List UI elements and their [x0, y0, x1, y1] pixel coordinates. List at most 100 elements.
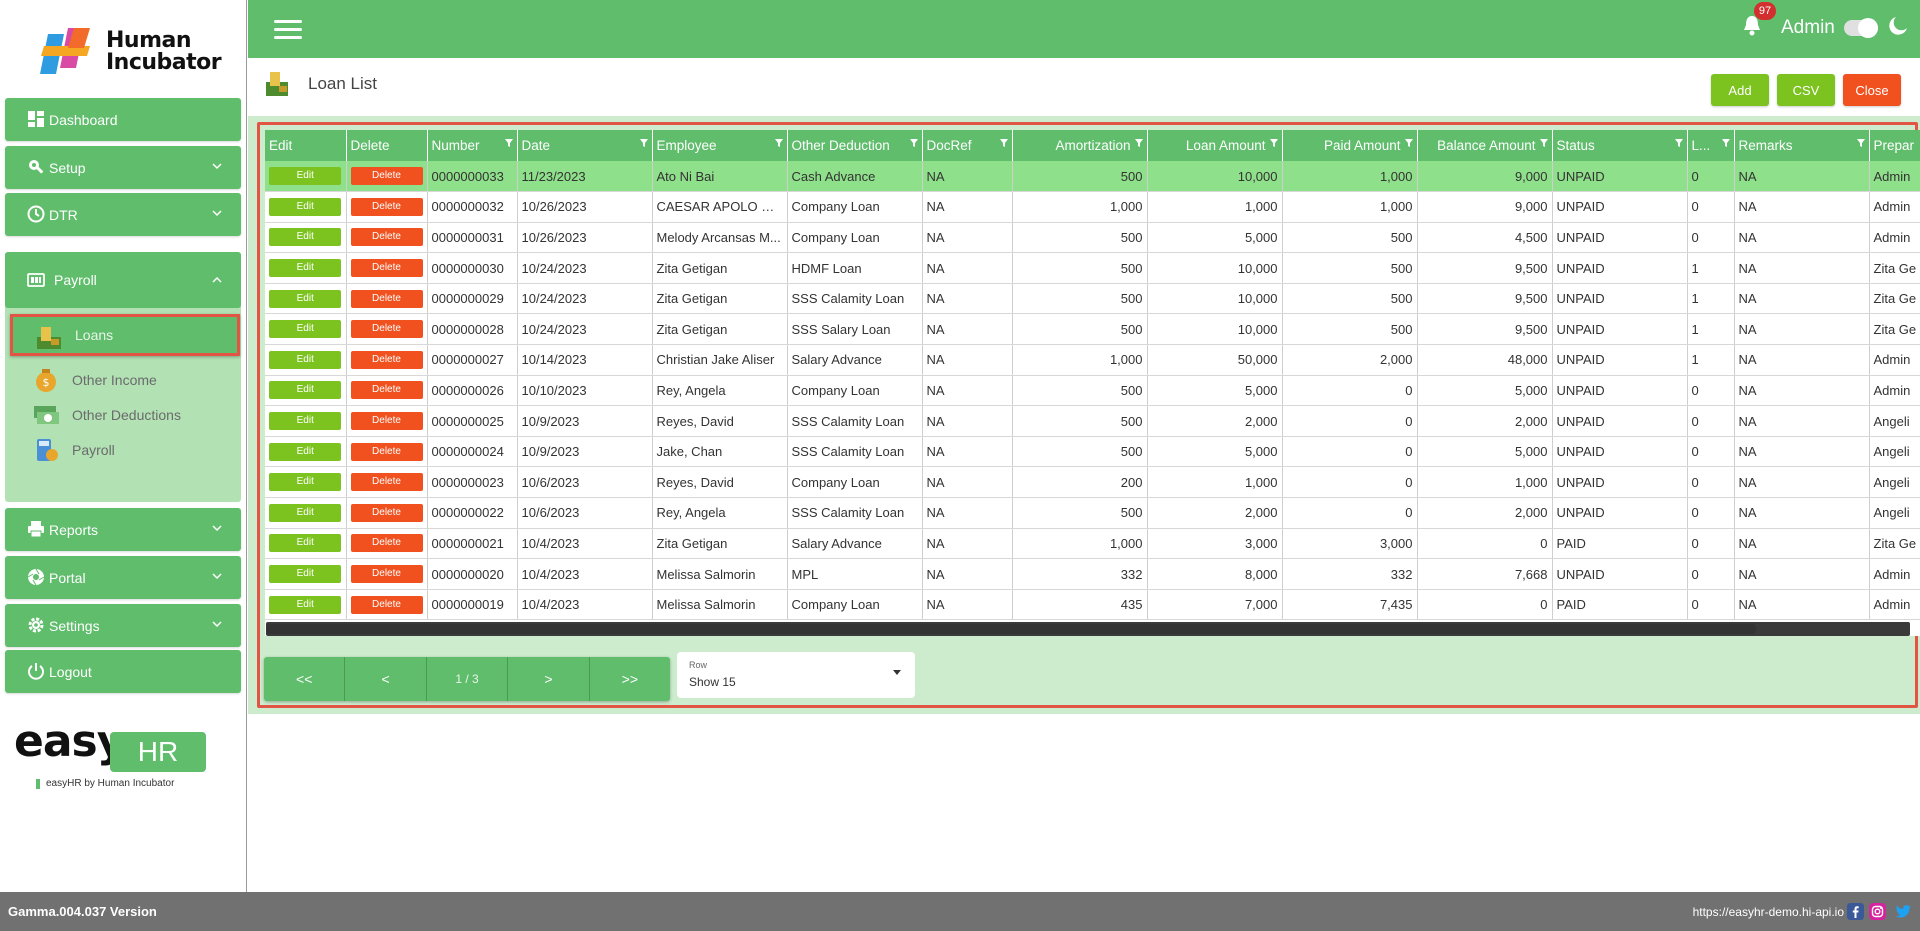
edit-button[interactable]: Edit: [269, 442, 342, 461]
edit-button[interactable]: Edit: [269, 228, 342, 247]
table-row[interactable]: Edit Delete 0000000022 10/6/2023 Rey, Angela…: [265, 497, 1920, 529]
nav-dashboard[interactable]: Dashboard: [5, 98, 241, 141]
edit-button[interactable]: Edit: [269, 259, 342, 278]
delete-button[interactable]: Delete: [350, 320, 423, 339]
table-row[interactable]: Edit Delete 0000000026 10/10/2023 Rey, Angel…: [265, 375, 1920, 407]
edit-button[interactable]: Edit: [269, 473, 342, 492]
column-header[interactable]: Date: [517, 130, 653, 161]
table-row[interactable]: Edit Delete 0000000031 10/26/2023 Melody Arc…: [265, 222, 1920, 254]
edit-button[interactable]: Edit: [269, 412, 342, 431]
edit-button[interactable]: Edit: [269, 503, 342, 522]
column-header[interactable]: Status: [1552, 130, 1688, 161]
filter-icon[interactable]: [504, 139, 513, 147]
filter-icon[interactable]: [1269, 139, 1278, 147]
table-row[interactable]: Edit Delete 0000000028 10/24/2023 Zita Getig…: [265, 313, 1920, 346]
nav-dtr[interactable]: DTR: [5, 193, 241, 236]
facebook-icon[interactable]: [1847, 903, 1864, 920]
subnav-loans[interactable]: Loans: [10, 314, 240, 356]
instagram-icon[interactable]: [1869, 903, 1886, 920]
table-row[interactable]: Edit Delete 0000000030 10/24/2023 Zita Getig…: [265, 252, 1920, 284]
delete-button[interactable]: Delete: [350, 167, 423, 186]
close-button[interactable]: Close: [1843, 74, 1901, 106]
nav-reports[interactable]: Reports: [5, 508, 241, 551]
filter-icon[interactable]: [1539, 139, 1548, 147]
edit-button[interactable]: Edit: [269, 167, 342, 186]
filter-icon[interactable]: [1721, 139, 1730, 147]
delete-button[interactable]: Delete: [350, 473, 423, 492]
filter-icon[interactable]: [774, 139, 783, 147]
column-header[interactable]: Balance Amount: [1417, 130, 1553, 161]
delete-button[interactable]: Delete: [350, 595, 423, 614]
delete-button[interactable]: Delete: [350, 565, 423, 584]
last-page-button[interactable]: >>: [590, 657, 670, 701]
nav-logout[interactable]: Logout: [5, 650, 241, 693]
edit-button[interactable]: Edit: [269, 289, 342, 308]
nav-settings[interactable]: Settings: [5, 604, 241, 647]
next-page-button[interactable]: >: [508, 657, 590, 701]
table-row[interactable]: Edit Delete 0000000023 10/6/2023 Reyes, Davi…: [265, 466, 1920, 499]
edit-button[interactable]: Edit: [269, 565, 342, 584]
edit-button[interactable]: Edit: [269, 350, 342, 369]
column-header[interactable]: Loan Amount: [1147, 130, 1283, 161]
loan-table-container[interactable]: Edit Delete Number Date Employee Other Deduct…: [265, 130, 1920, 636]
delete-button[interactable]: Delete: [350, 534, 423, 553]
delete-button[interactable]: Delete: [350, 350, 423, 369]
column-header[interactable]: Other Deduction: [787, 130, 923, 161]
nav-setup[interactable]: Setup: [5, 146, 241, 189]
human-incubator-logo[interactable]: Human Incubator: [34, 26, 222, 80]
delete-button[interactable]: Delete: [350, 412, 423, 431]
csv-button[interactable]: CSV: [1777, 74, 1835, 106]
subnav-payroll[interactable]: Payroll: [10, 429, 240, 471]
add-button[interactable]: Add: [1711, 74, 1769, 106]
filter-icon[interactable]: [1856, 139, 1865, 147]
column-header[interactable]: Prepar: [1869, 130, 1920, 161]
filter-icon[interactable]: [1134, 139, 1143, 147]
scrollbar-thumb[interactable]: [266, 624, 1756, 634]
filter-icon[interactable]: [1404, 139, 1413, 147]
user-name[interactable]: Admin: [1781, 17, 1835, 39]
table-row[interactable]: Edit Delete 0000000029 10/24/2023 Zita Getig…: [265, 283, 1920, 315]
column-header[interactable]: Amortization: [1012, 130, 1148, 161]
prev-page-button[interactable]: <: [345, 657, 427, 701]
filter-icon[interactable]: [999, 139, 1008, 147]
delete-button[interactable]: Delete: [350, 259, 423, 278]
site-url-link[interactable]: https://easyhr-demo.hi-api.io: [1693, 905, 1844, 919]
theme-toggle[interactable]: [1844, 18, 1878, 38]
rows-per-page-select[interactable]: Row Show 15: [677, 652, 915, 698]
filter-icon[interactable]: [1674, 139, 1683, 147]
table-row[interactable]: Edit Delete 0000000032 10/26/2023 CAESAR APO…: [265, 191, 1920, 223]
edit-button[interactable]: Edit: [269, 381, 342, 400]
filter-icon[interactable]: [639, 139, 648, 147]
column-header[interactable]: L...: [1687, 130, 1735, 161]
column-header[interactable]: Edit: [265, 130, 347, 161]
table-row[interactable]: Edit Delete 0000000033 11/23/2023 Ato Ni Bai…: [265, 161, 1920, 193]
edit-button[interactable]: Edit: [269, 320, 342, 339]
edit-button[interactable]: Edit: [269, 197, 342, 216]
column-header[interactable]: Number: [427, 130, 518, 161]
filter-icon[interactable]: [909, 139, 918, 147]
column-header[interactable]: Employee: [652, 130, 788, 161]
column-header[interactable]: Paid Amount: [1282, 130, 1418, 161]
delete-button[interactable]: Delete: [350, 197, 423, 216]
table-row[interactable]: Edit Delete 0000000027 10/14/2023 Christian …: [265, 344, 1920, 376]
delete-button[interactable]: Delete: [350, 503, 423, 522]
delete-button[interactable]: Delete: [350, 381, 423, 400]
table-row[interactable]: Edit Delete 0000000020 10/4/2023 Melissa Sal…: [265, 558, 1920, 590]
menu-toggle-icon[interactable]: [274, 20, 302, 40]
column-header[interactable]: DocRef: [922, 130, 1013, 161]
delete-button[interactable]: Delete: [350, 442, 423, 461]
edit-button[interactable]: Edit: [269, 534, 342, 553]
first-page-button[interactable]: <<: [264, 657, 346, 701]
table-row[interactable]: Edit Delete 0000000019 10/4/2023 Melissa Sal…: [265, 589, 1920, 621]
table-row[interactable]: Edit Delete 0000000024 10/9/2023 Jake, Chan S…: [265, 436, 1920, 468]
table-row[interactable]: Edit Delete 0000000025 10/9/2023 Reyes, Davi…: [265, 405, 1920, 437]
twitter-icon[interactable]: [1895, 903, 1912, 920]
horizontal-scrollbar[interactable]: [266, 622, 1910, 636]
delete-button[interactable]: Delete: [350, 228, 423, 247]
column-header[interactable]: Delete: [346, 130, 428, 161]
nav-portal[interactable]: Portal: [5, 556, 241, 599]
table-row[interactable]: Edit Delete 0000000021 10/4/2023 Zita Getiga…: [265, 528, 1920, 560]
delete-button[interactable]: Delete: [350, 289, 423, 308]
column-header[interactable]: Remarks: [1734, 130, 1870, 161]
edit-button[interactable]: Edit: [269, 595, 342, 614]
